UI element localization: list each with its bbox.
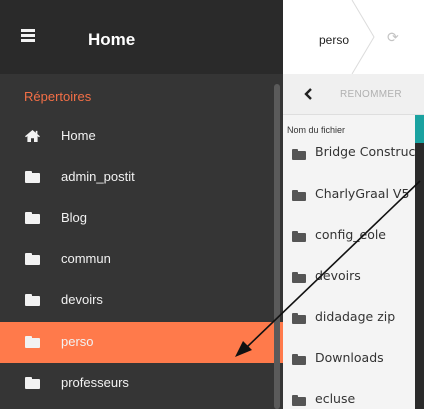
file-name: config_eole <box>315 227 387 242</box>
chevron-left-icon[interactable] <box>299 84 319 104</box>
sidebar-item-label: Blog <box>61 210 88 225</box>
sidebar-item-home[interactable]: Home <box>0 116 283 157</box>
column-header-filename[interactable]: Nom du fichier <box>287 125 345 136</box>
file-row-config-eole[interactable]: config_eole <box>283 211 415 252</box>
file-row-devoirs[interactable]: devoirs <box>283 252 415 293</box>
app-title: Home <box>88 30 136 49</box>
file-name: ecluse <box>315 391 356 406</box>
file-name: Bridge Construction <box>315 144 415 159</box>
folder-icon <box>25 212 40 224</box>
file-name: devoirs <box>315 268 361 283</box>
sidebar-item-label: professeurs <box>61 375 129 390</box>
sidebar-item-label: Home <box>61 128 96 143</box>
folder-icon <box>292 231 306 242</box>
folder-icon <box>292 354 306 365</box>
home-icon <box>25 130 40 142</box>
accent-bar <box>415 115 424 143</box>
folder-icon <box>25 377 40 389</box>
folder-icon <box>292 313 306 324</box>
panel-edge <box>415 143 424 409</box>
folder-icon <box>25 171 40 183</box>
file-row-downloads[interactable]: Downloads <box>283 334 415 375</box>
sidebar-item-devoirs[interactable]: devoirs <box>0 280 283 321</box>
file-row-ecluse[interactable]: ecluse <box>283 375 415 409</box>
sidebar-item-admin-postit[interactable]: admin_postit <box>0 157 283 198</box>
folder-icon <box>25 336 40 348</box>
breadcrumb: perso ⟳ <box>283 0 424 74</box>
sidebar-item-label: admin_postit <box>61 169 135 184</box>
folder-icon <box>292 272 306 283</box>
sidebar-header: Home <box>0 0 283 74</box>
sidebar-item-perso[interactable]: perso <box>0 322 283 363</box>
file-name: didadage zip <box>315 309 396 324</box>
file-row-didadage-zip[interactable]: didadage zip <box>283 293 415 334</box>
breadcrumb-item-perso[interactable]: perso <box>319 33 349 47</box>
breadcrumb-separator <box>351 0 375 74</box>
sidebar-item-label: devoirs <box>61 292 103 307</box>
sidebar-item-label: perso <box>61 334 94 349</box>
section-title: Répertoires <box>24 89 92 104</box>
hamburger-icon[interactable] <box>21 29 35 42</box>
folder-icon <box>292 395 306 406</box>
folder-icon <box>292 149 306 160</box>
sidebar-item-professeurs[interactable]: professeurs <box>0 363 283 404</box>
refresh-icon[interactable]: ⟳ <box>387 29 399 45</box>
file-name: CharlyGraal V5 <box>315 186 410 201</box>
folder-icon <box>292 190 306 201</box>
sidebar-item-blog[interactable]: Blog <box>0 198 283 239</box>
sidebar: Home Répertoires Home admin_postit Blog … <box>0 0 283 409</box>
file-row-charlygraal[interactable]: CharlyGraal V5 <box>283 170 415 211</box>
folder-icon <box>25 294 40 306</box>
file-name: Downloads <box>315 350 384 365</box>
sidebar-item-commun[interactable]: commun <box>0 239 283 280</box>
file-browser-pane: perso ⟳ RENOMMER Nom du fichier Bridge C… <box>283 0 424 409</box>
toolbar: RENOMMER <box>283 74 424 115</box>
folder-icon <box>25 253 40 265</box>
sidebar-item-label: commun <box>61 251 111 266</box>
sidebar-scrollbar[interactable] <box>274 84 280 409</box>
rename-button[interactable]: RENOMMER <box>340 89 402 101</box>
